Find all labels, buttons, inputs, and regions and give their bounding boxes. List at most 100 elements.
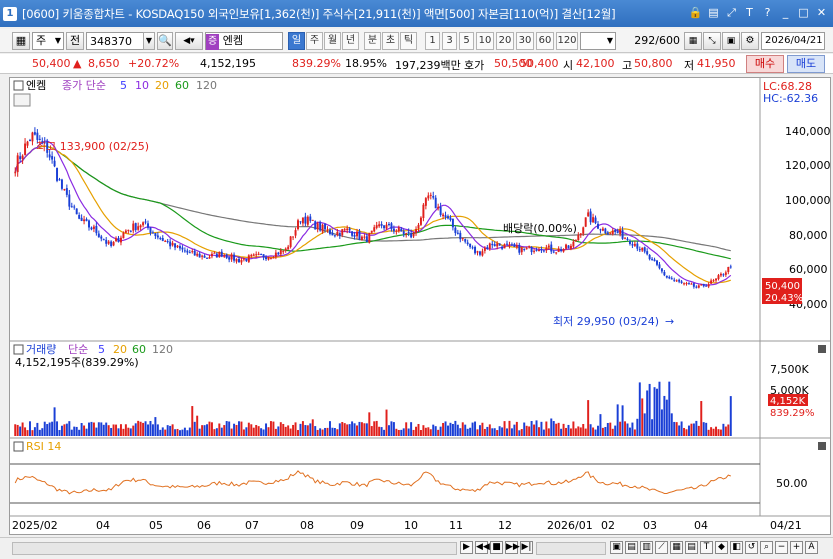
code-dropdown-icon[interactable]: ▼: [143, 32, 155, 50]
interval-60[interactable]: 60: [536, 32, 554, 50]
panel-collapse-icon[interactable]: [13, 344, 24, 355]
grid-layout-icon[interactable]: ▦: [12, 32, 30, 50]
volume-bar: [407, 428, 410, 436]
volume-bar: [621, 405, 624, 436]
interval-30[interactable]: 30: [516, 32, 534, 50]
volume-bar: [319, 428, 322, 436]
candle-body: [178, 246, 181, 249]
candle-body: [695, 286, 698, 288]
chart-area[interactable]: 엔켐 종가 단순 5 10 20 60 120 LC:68.28 HC:-62.…: [9, 77, 831, 535]
save-icon[interactable]: ▣: [722, 32, 740, 50]
chart-scrollbar[interactable]: [12, 542, 457, 555]
stop-icon[interactable]: ■: [490, 541, 503, 554]
search-icon[interactable]: ⌕: [760, 541, 773, 554]
volume-bar: [432, 424, 435, 436]
bar-count-value: 292: [634, 34, 656, 47]
bar-count[interactable]: 292/600: [620, 32, 680, 50]
x-tick: 10: [404, 519, 418, 532]
lock-icon[interactable]: 🔒: [688, 5, 703, 20]
volume-bar: [715, 426, 718, 436]
list-icon[interactable]: ▤: [706, 5, 721, 20]
text-tool-icon[interactable]: T: [700, 541, 713, 554]
interval-1[interactable]: 1: [425, 32, 440, 50]
calculator-icon[interactable]: [13, 93, 31, 107]
ma-20-path: [14, 145, 731, 284]
compare-icon[interactable]: ▥: [640, 541, 653, 554]
date-input[interactable]: 2026/04/21: [761, 32, 825, 50]
close-icon[interactable]: ✕: [814, 5, 829, 20]
panel-close-icon[interactable]: [818, 345, 826, 353]
table-icon[interactable]: ▤: [685, 541, 698, 554]
sell-button[interactable]: 매도: [787, 55, 825, 73]
interval-custom-input[interactable]: ▼: [580, 32, 616, 50]
rewind-icon[interactable]: ◀◀: [475, 541, 490, 554]
interval-10[interactable]: 10: [476, 32, 494, 50]
app-icon[interactable]: 1: [3, 6, 17, 21]
volume-bar: [97, 422, 100, 436]
minimize-icon[interactable]: _: [778, 5, 793, 20]
candle-body: [518, 244, 521, 253]
volume-bar: [215, 428, 218, 436]
volume-bar: [356, 425, 359, 436]
step-icon[interactable]: ▶|: [520, 541, 533, 554]
volume-bar: [624, 421, 627, 436]
scroll-right-icon[interactable]: ▶: [460, 541, 473, 554]
chart-tool-icon[interactable]: ⤡: [703, 32, 721, 50]
candle-body: [31, 132, 34, 142]
interval-3[interactable]: 3: [442, 32, 457, 50]
maximize-icon[interactable]: □: [796, 5, 811, 20]
period-select[interactable]: 주 ▼: [32, 32, 64, 50]
timeframe-day[interactable]: 일: [288, 32, 305, 50]
stock-code-input[interactable]: [86, 32, 144, 50]
speaker-icon[interactable]: ◀▾: [175, 32, 203, 50]
timeframe-second[interactable]: 초: [382, 32, 399, 50]
bookmark-icon[interactable]: ◧: [730, 541, 743, 554]
timeframe-month[interactable]: 월: [324, 32, 341, 50]
zoom-out-icon[interactable]: ▣: [610, 541, 623, 554]
candle-body: [78, 215, 81, 219]
x-tick: 07: [245, 519, 259, 532]
layout-icon[interactable]: ▤: [625, 541, 638, 554]
stock-name-field[interactable]: 증 엔켐: [205, 32, 283, 50]
text-icon[interactable]: T: [742, 5, 757, 20]
candle-body: [683, 283, 686, 285]
chart-settings-icon[interactable]: ▦: [684, 32, 702, 50]
volume-bar: [710, 427, 713, 436]
interval-20[interactable]: 20: [496, 32, 514, 50]
buy-button[interactable]: 매수: [746, 55, 784, 73]
candle-body: [582, 227, 585, 234]
timeframe-tick[interactable]: 틱: [400, 32, 417, 50]
volume-bar: [309, 423, 312, 436]
restore-icon[interactable]: ⤢: [724, 5, 739, 20]
panel-collapse-icon[interactable]: [13, 80, 24, 91]
volume-bar: [719, 429, 722, 436]
interval-120[interactable]: 120: [556, 32, 578, 50]
volume-bar: [321, 429, 324, 436]
panel-close-icon[interactable]: [818, 442, 826, 450]
candle-body: [530, 246, 533, 253]
timeframe-minute[interactable]: 분: [364, 32, 381, 50]
gear-icon[interactable]: ⚙: [741, 32, 759, 50]
panel-collapse-icon[interactable]: [13, 441, 24, 452]
draw-icon[interactable]: ⟋: [655, 541, 668, 554]
volume-bar: [228, 421, 231, 436]
forward-icon[interactable]: ▶▶: [505, 541, 520, 554]
interval-5[interactable]: 5: [459, 32, 474, 50]
plus-icon[interactable]: +: [790, 541, 803, 554]
timeframe-year[interactable]: 년: [342, 32, 359, 50]
minus-icon[interactable]: −: [775, 541, 788, 554]
chart-svg[interactable]: 엔켐 종가 단순 5 10 20 60 120 LC:68.28 HC:-62.…: [10, 78, 831, 534]
volume-bar: [75, 426, 78, 436]
volume-bar: [289, 428, 292, 436]
period-select-value: 주: [36, 34, 47, 47]
grid-icon[interactable]: ▦: [670, 541, 683, 554]
help-icon[interactable]: ?: [760, 5, 775, 20]
ma-60-path: [14, 145, 731, 260]
history-icon[interactable]: ↺: [745, 541, 758, 554]
marker-icon[interactable]: ◆: [715, 541, 728, 554]
zoom-slider[interactable]: [536, 542, 606, 555]
timeframe-week[interactable]: 주: [306, 32, 323, 50]
font-icon[interactable]: A: [805, 541, 818, 554]
all-button[interactable]: 전: [66, 32, 84, 50]
search-icon[interactable]: 🔍: [157, 32, 173, 50]
